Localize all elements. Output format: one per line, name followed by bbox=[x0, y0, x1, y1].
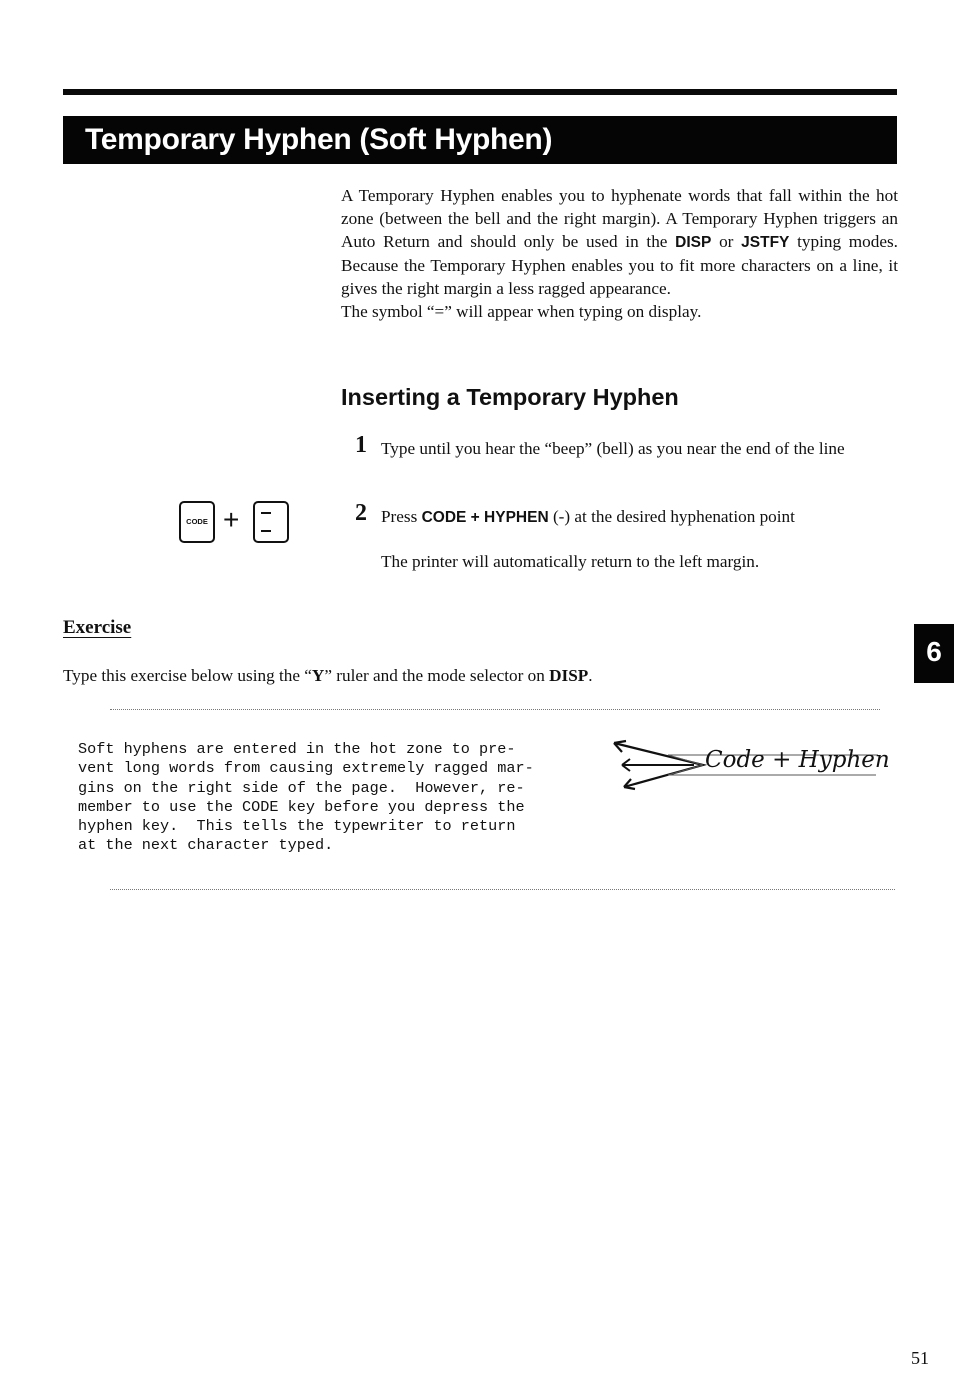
scan-dots-top bbox=[110, 709, 880, 712]
section-heading: Inserting a Temporary Hyphen bbox=[341, 384, 679, 410]
annotation-text: Code + Hyphen bbox=[705, 747, 890, 773]
mode-jstfy: JSTFY bbox=[741, 234, 790, 251]
code-key-icon: CODE bbox=[179, 501, 215, 543]
page-title: Temporary Hyphen (Soft Hyphen) bbox=[85, 123, 553, 156]
step-text: Press CODE + HYPHEN (-) at the desired h… bbox=[381, 507, 795, 526]
chapter-tab: 6 bbox=[914, 624, 954, 683]
typed-line: Soft hyphens are entered in the hot zone… bbox=[78, 740, 516, 758]
mode-disp: DISP bbox=[675, 234, 712, 251]
typed-line: gins on the right side of the page. Howe… bbox=[78, 778, 525, 797]
key-combo: CODE + HYPHEN bbox=[421, 509, 549, 526]
step-note: The printer will automatically return to… bbox=[381, 552, 760, 571]
exercise-instruction: Type this exercise below using the “Y” r… bbox=[63, 666, 593, 685]
typed-sample: Soft hyphens are entered in the hot zone… bbox=[78, 740, 534, 856]
title-bar: Temporary Hyphen (Soft Hyphen) bbox=[63, 116, 897, 164]
mode-name: DISP bbox=[549, 666, 589, 685]
scan-dots-bottom bbox=[110, 889, 895, 892]
ruler-name: Y bbox=[311, 666, 325, 685]
hyphen-key-icon bbox=[253, 501, 289, 543]
step-2: 2 Press CODE + HYPHEN (-) at the desired… bbox=[355, 500, 900, 529]
intro-text: A Temporary Hyphen enables you to hyphen… bbox=[341, 186, 898, 298]
handwritten-annotation: Code + Hyphen bbox=[608, 735, 890, 795]
step-text: Type until you hear the “beep” (bell) as… bbox=[381, 439, 845, 458]
step-number: 2 bbox=[355, 500, 367, 526]
typed-line: hyphen key. This tells the typewriter to… bbox=[78, 817, 516, 836]
top-rule bbox=[63, 89, 897, 95]
typed-line: at the next character typed. bbox=[78, 836, 334, 855]
step-number: 1 bbox=[355, 432, 367, 458]
step-1: 1 Type until you hear the “beep” (bell) … bbox=[355, 432, 900, 460]
page-number: 51 bbox=[911, 1348, 929, 1368]
plus-icon: + bbox=[223, 504, 240, 535]
typed-line: vent long words from causing extremely r… bbox=[78, 759, 534, 778]
symbol-note: The symbol “=” will appear when typing o… bbox=[341, 302, 702, 321]
intro-paragraph: A Temporary Hyphen enables you to hyphen… bbox=[341, 184, 898, 323]
exercise-heading: Exercise bbox=[63, 617, 132, 638]
key-illustration: CODE + bbox=[179, 501, 291, 547]
typed-line: member to use the CODE key before you de… bbox=[78, 797, 525, 816]
